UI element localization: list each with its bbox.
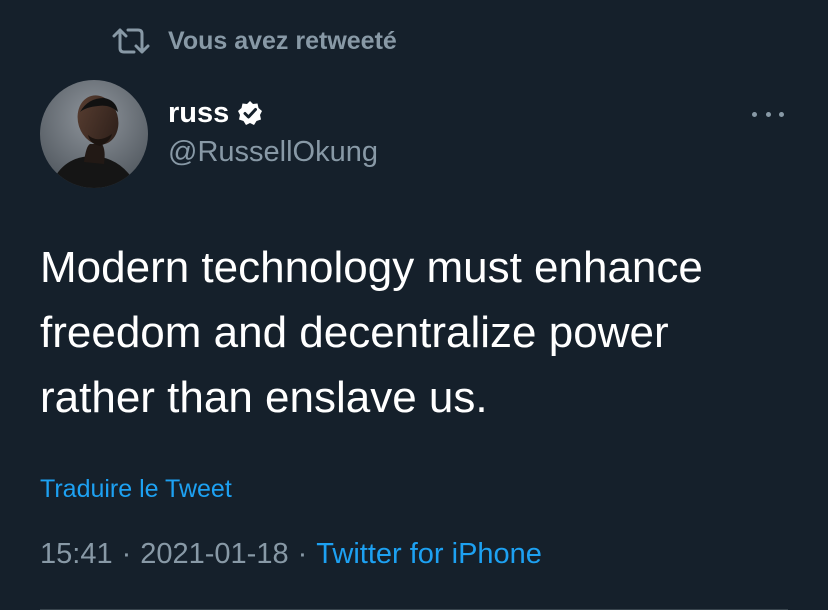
tweet-meta: 15:41 · 2021-01-18 · Twitter for iPhone (40, 538, 542, 571)
handle[interactable]: @RussellOkung (168, 136, 378, 169)
author-info[interactable]: russ @RussellOkung (168, 92, 378, 169)
tweet-detail: Vous avez retweeté russ @RussellOkung Mo… (0, 0, 828, 610)
tweet-date[interactable]: 2021-01-18 (140, 538, 288, 571)
display-name[interactable]: russ (168, 97, 229, 130)
tweet-text: Modern technology must enhance freedom a… (40, 243, 703, 422)
more-dot (779, 111, 784, 117)
translate-tweet-link[interactable]: Traduire le Tweet (40, 475, 232, 504)
verified-badge-icon (238, 101, 263, 125)
more-dot (765, 111, 771, 117)
more-dot (752, 111, 757, 117)
more-options-icon[interactable] (752, 104, 784, 124)
meta-separator: · (121, 538, 132, 570)
tweet-time[interactable]: 15:41 (40, 538, 113, 571)
retweet-icon (112, 28, 150, 54)
display-name-row: russ (168, 92, 378, 134)
retweet-indicator[interactable]: Vous avez retweeté (112, 26, 397, 56)
avatar[interactable] (40, 80, 148, 188)
retweet-label: Vous avez retweeté (168, 26, 397, 55)
meta-separator: · (297, 538, 308, 570)
tweet-source-link[interactable]: Twitter for iPhone (316, 538, 542, 571)
